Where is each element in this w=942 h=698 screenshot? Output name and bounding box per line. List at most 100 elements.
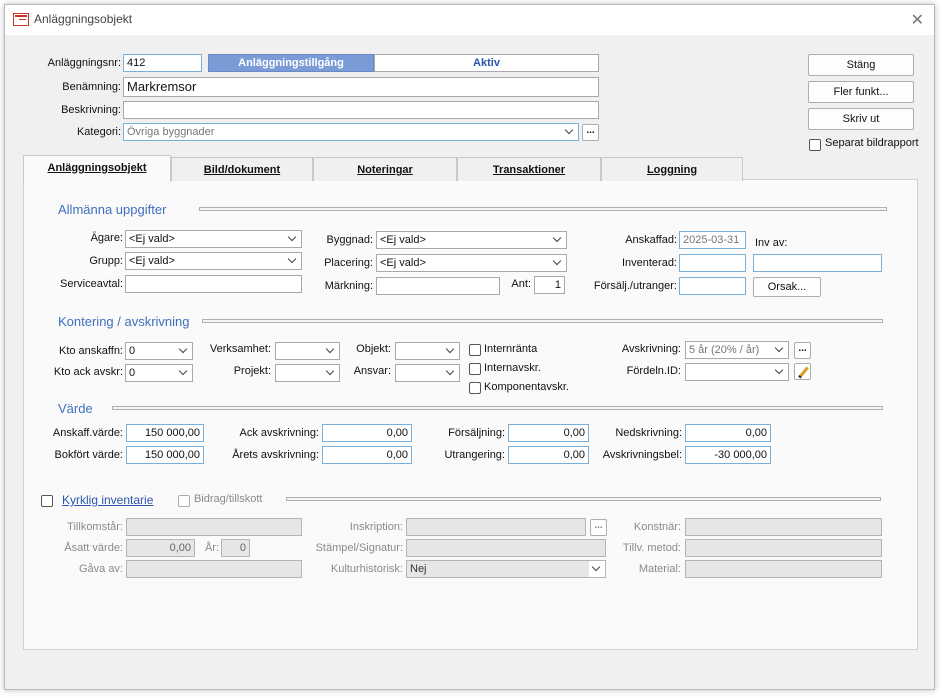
kyrklig-title[interactable]: Kyrklig inventarie bbox=[62, 493, 153, 507]
varde-divider bbox=[112, 406, 883, 410]
utrangering-field[interactable]: 0,00 bbox=[508, 446, 589, 464]
bokfort-varde-field[interactable]: 150 000,00 bbox=[126, 446, 204, 464]
inventerad-field[interactable] bbox=[679, 254, 746, 272]
forsalj-label: Försälj./utranger: bbox=[593, 280, 677, 292]
serviceavtal-label: Serviceavtal: bbox=[60, 278, 123, 290]
inv-av-label: Inv av: bbox=[755, 237, 788, 249]
gava-av-field[interactable] bbox=[126, 560, 302, 578]
skriv-ut-button[interactable]: Skriv ut bbox=[808, 108, 914, 130]
tab-noteringar-label: Noteringar bbox=[357, 164, 413, 176]
projekt-label: Projekt: bbox=[233, 365, 271, 377]
inskription-field[interactable] bbox=[406, 518, 586, 536]
internranta-label: Internränta bbox=[484, 343, 538, 355]
window-title: Anläggningsobjekt bbox=[34, 12, 133, 26]
bidrag-checkbox[interactable] bbox=[178, 495, 190, 507]
kategori-more-button[interactable]: ... bbox=[582, 124, 599, 141]
markning-field[interactable] bbox=[376, 277, 500, 295]
kto-anskaffn-combo[interactable]: 0 bbox=[125, 342, 193, 360]
internavskr-checkbox[interactable] bbox=[469, 363, 481, 375]
asatt-varde-field[interactable]: 0,00 bbox=[126, 539, 195, 557]
tillv-metod-field[interactable] bbox=[685, 539, 882, 557]
pencil-icon[interactable] bbox=[794, 363, 811, 380]
avskrivningsbel-label: Avskrivningsbel: bbox=[602, 449, 682, 461]
avskrivning-more-button[interactable]: ... bbox=[794, 342, 811, 359]
chevron-down-icon[interactable] bbox=[285, 253, 301, 269]
placering-combo[interactable]: <Ej vald> bbox=[376, 254, 567, 272]
separat-bildrapport-checkbox[interactable] bbox=[809, 139, 821, 151]
tab-noteringar[interactable]: Noteringar bbox=[313, 157, 457, 181]
ar-label: År: bbox=[204, 542, 219, 554]
inv-av-field[interactable] bbox=[753, 254, 882, 272]
chevron-down-icon[interactable] bbox=[589, 561, 605, 577]
chevron-down-icon[interactable] bbox=[772, 342, 788, 358]
stang-button[interactable]: Stäng bbox=[808, 54, 914, 76]
agare-value: <Ej vald> bbox=[129, 233, 175, 245]
beskrivning-field[interactable] bbox=[123, 101, 599, 119]
arets-avskrivning-field[interactable]: 0,00 bbox=[322, 446, 412, 464]
chevron-down-icon[interactable] bbox=[176, 343, 192, 359]
ant-field[interactable]: 1 bbox=[534, 276, 565, 294]
grupp-value: <Ej vald> bbox=[129, 255, 175, 267]
nedskrivning-field[interactable]: 0,00 bbox=[685, 424, 771, 442]
agare-combo[interactable]: <Ej vald> bbox=[125, 230, 302, 248]
fordeln-combo[interactable] bbox=[685, 363, 789, 381]
tab-bild-dokument[interactable]: Bild/dokument bbox=[171, 157, 313, 181]
forsaljning-field[interactable]: 0,00 bbox=[508, 424, 589, 442]
byggnad-combo[interactable]: <Ej vald> bbox=[376, 231, 567, 249]
kto-anskaffn-value: 0 bbox=[129, 345, 136, 357]
internavskr-label: Internavskr. bbox=[484, 362, 541, 374]
asatt-varde-label: Åsatt värde: bbox=[64, 542, 123, 554]
serviceavtal-field[interactable] bbox=[125, 275, 302, 293]
komponentavskr-checkbox[interactable] bbox=[469, 382, 481, 394]
tab-anlaggningsobjekt[interactable]: Anläggningsobjekt bbox=[23, 155, 171, 182]
tab-panel bbox=[23, 179, 918, 650]
kyrklig-checkbox[interactable] bbox=[41, 495, 53, 507]
avskrivningsbel-field[interactable]: -30 000,00 bbox=[685, 446, 771, 464]
objekt-combo[interactable] bbox=[395, 342, 460, 360]
ar-field[interactable]: 0 bbox=[221, 539, 250, 557]
chevron-down-icon[interactable] bbox=[550, 255, 566, 271]
tab-anlaggningsobjekt-label: Anläggningsobjekt bbox=[47, 162, 147, 174]
fler-funkt-button[interactable]: Fler funkt... bbox=[808, 81, 914, 103]
chevron-down-icon[interactable] bbox=[323, 365, 339, 381]
projekt-combo[interactable] bbox=[275, 364, 340, 382]
material-field[interactable] bbox=[685, 560, 882, 578]
tillv-metod-label: Tillv. metod: bbox=[622, 542, 681, 554]
verksamhet-combo[interactable] bbox=[275, 342, 340, 360]
chevron-down-icon[interactable] bbox=[176, 365, 192, 381]
kto-ack-combo[interactable]: 0 bbox=[125, 364, 193, 382]
tab-transaktioner[interactable]: Transaktioner bbox=[457, 157, 601, 181]
anskaff-varde-field[interactable]: 150 000,00 bbox=[126, 424, 204, 442]
anl-nr-field[interactable]: 412 bbox=[123, 54, 202, 72]
chevron-down-icon[interactable] bbox=[323, 343, 339, 359]
chevron-down-icon[interactable] bbox=[443, 343, 459, 359]
kategori-combo[interactable]: Övriga byggnader bbox=[123, 123, 579, 141]
kulturhistorisk-label: Kulturhistorisk: bbox=[330, 563, 403, 575]
tillkomstar-field[interactable] bbox=[126, 518, 302, 536]
grupp-combo[interactable]: <Ej vald> bbox=[125, 252, 302, 270]
close-icon[interactable]: ✕ bbox=[911, 10, 924, 30]
stampel-field[interactable] bbox=[406, 539, 606, 557]
grupp-label: Grupp: bbox=[89, 255, 123, 267]
kulturhistorisk-combo[interactable]: Nej bbox=[406, 560, 606, 578]
anskaffad-field[interactable]: 2025-03-31 bbox=[679, 231, 746, 249]
chevron-down-icon[interactable] bbox=[285, 231, 301, 247]
chevron-down-icon[interactable] bbox=[562, 124, 578, 140]
ansvar-combo[interactable] bbox=[395, 364, 460, 382]
ack-avskrivning-field[interactable]: 0,00 bbox=[322, 424, 412, 442]
allmanna-title: Allmänna uppgifter bbox=[58, 202, 167, 217]
tab-loggning[interactable]: Loggning bbox=[601, 157, 743, 181]
gava-av-label: Gåva av: bbox=[78, 563, 123, 575]
konstnar-label: Konstnär: bbox=[633, 521, 681, 533]
orsak-button[interactable]: Orsak... bbox=[753, 277, 821, 297]
konstnar-field[interactable] bbox=[685, 518, 882, 536]
kontering-divider bbox=[202, 319, 883, 323]
chevron-down-icon[interactable] bbox=[443, 365, 459, 381]
internranta-checkbox[interactable] bbox=[469, 344, 481, 356]
tab-transaktioner-label: Transaktioner bbox=[492, 164, 566, 176]
forsalj-field[interactable] bbox=[679, 277, 746, 295]
chevron-down-icon[interactable] bbox=[772, 364, 788, 380]
chevron-down-icon[interactable] bbox=[550, 232, 566, 248]
avskrivning-combo[interactable]: 5 år (20% / år) bbox=[685, 341, 789, 359]
benamning-field[interactable]: Markremsor bbox=[123, 77, 599, 97]
